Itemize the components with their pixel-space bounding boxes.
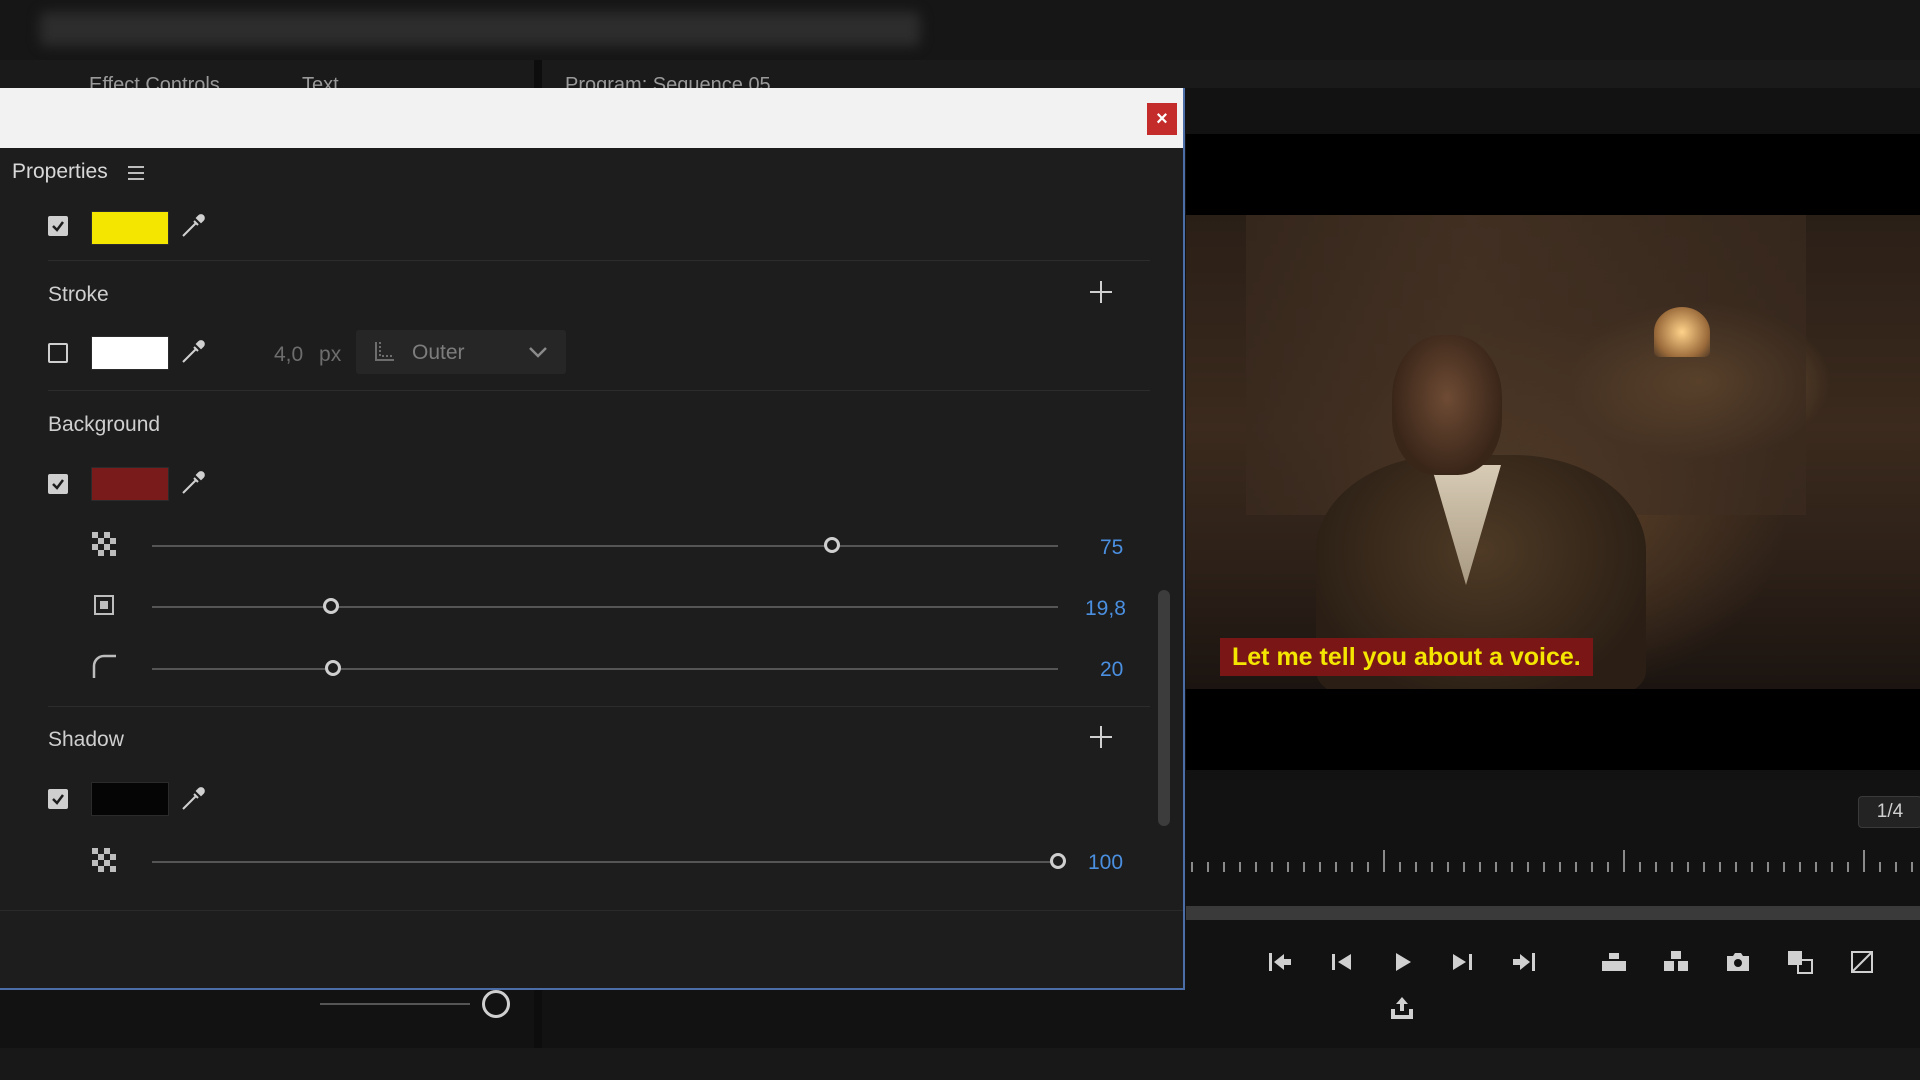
stroke-width-value: 4,0 (274, 343, 304, 366)
comparison-view-icon[interactable] (1782, 944, 1818, 980)
section-divider (48, 390, 1150, 391)
background-size-track[interactable] (152, 606, 1058, 608)
step-forward-icon[interactable] (1444, 944, 1480, 980)
section-divider (48, 706, 1150, 707)
properties-panel-title: Properties (12, 160, 108, 183)
stroke-checkbox[interactable] (48, 343, 68, 363)
shadow-opacity-value[interactable]: 100 (1088, 851, 1123, 875)
dialog-title-bar[interactable] (0, 88, 1183, 148)
status-strip (0, 1048, 1920, 1080)
lift-icon[interactable] (1596, 944, 1632, 980)
fill-eyedropper-icon[interactable] (179, 212, 207, 245)
corner-radius-icon (90, 652, 118, 685)
timeline-ruler (1191, 850, 1913, 872)
opacity-icon (90, 530, 118, 563)
stroke-position-icon (375, 342, 394, 361)
corner-radius-track[interactable] (152, 668, 1058, 670)
panel-header-strip (0, 60, 1920, 88)
stroke-eyedropper-icon[interactable] (179, 338, 207, 371)
size-icon (90, 591, 118, 624)
stroke-width-field[interactable]: 4,0 px (274, 343, 341, 367)
properties-dialog (0, 88, 1185, 990)
shadow-color-swatch[interactable] (91, 782, 169, 816)
mark-in-icon[interactable] (1262, 944, 1298, 980)
shadow-opacity-track[interactable] (152, 861, 1058, 863)
background-size-value[interactable]: 19,8 (1085, 597, 1126, 621)
stroke-width-unit: px (319, 343, 342, 366)
background-opacity-knob[interactable] (823, 537, 840, 553)
stroke-label: Stroke (48, 283, 109, 306)
extract-icon[interactable] (1658, 944, 1694, 980)
shadow-label: Shadow (48, 728, 124, 751)
stroke-position-value: Outer (412, 341, 465, 364)
stroke-position-dropdown[interactable]: Outer (356, 330, 566, 374)
multi-camera-icon[interactable] (1844, 944, 1880, 980)
scene-lamp (1654, 307, 1710, 357)
background-eyedropper-icon[interactable] (179, 469, 207, 502)
shadow-checkbox[interactable] (48, 789, 68, 809)
app-title-bar (0, 0, 1920, 60)
fill-color-swatch[interactable] (91, 211, 169, 245)
chevron-down-icon (529, 347, 547, 358)
shadow-opacity-knob[interactable] (1050, 853, 1066, 869)
section-divider (48, 260, 1150, 261)
stroke-color-swatch[interactable] (91, 336, 169, 370)
video-frame (1186, 215, 1920, 689)
background-checkbox[interactable] (48, 474, 68, 494)
background-slider-track (320, 1003, 470, 1005)
panel-menu-icon[interactable] (128, 166, 144, 180)
step-back-icon[interactable] (1324, 944, 1360, 980)
scene-person-head (1392, 335, 1502, 475)
dialog-footer-divider (0, 910, 1183, 911)
scrub-bar[interactable] (1186, 906, 1920, 920)
properties-scrollbar[interactable] (1158, 590, 1170, 826)
corner-radius-value[interactable]: 20 (1100, 658, 1123, 682)
blurred-title (40, 12, 920, 46)
background-opacity-value[interactable]: 75 (1100, 536, 1123, 560)
background-slider-knob[interactable] (482, 990, 510, 1018)
video-caption: Let me tell you about a voice. (1220, 638, 1593, 676)
export-frame-icon[interactable] (1720, 944, 1756, 980)
export-icon[interactable] (1384, 990, 1420, 1026)
fill-checkbox[interactable] (48, 216, 68, 236)
add-stroke-button[interactable] (1088, 279, 1114, 305)
add-shadow-button[interactable] (1088, 724, 1114, 750)
play-icon[interactable] (1384, 944, 1420, 980)
shadow-eyedropper-icon[interactable] (179, 785, 207, 818)
background-label: Background (48, 413, 161, 436)
shadow-opacity-icon (90, 846, 118, 879)
go-to-out-icon[interactable] (1506, 944, 1542, 980)
background-color-swatch[interactable] (91, 467, 169, 501)
background-opacity-track[interactable] (152, 545, 1058, 547)
close-button[interactable]: × (1147, 103, 1177, 135)
page-indicator[interactable]: 1/4 (1858, 796, 1920, 828)
